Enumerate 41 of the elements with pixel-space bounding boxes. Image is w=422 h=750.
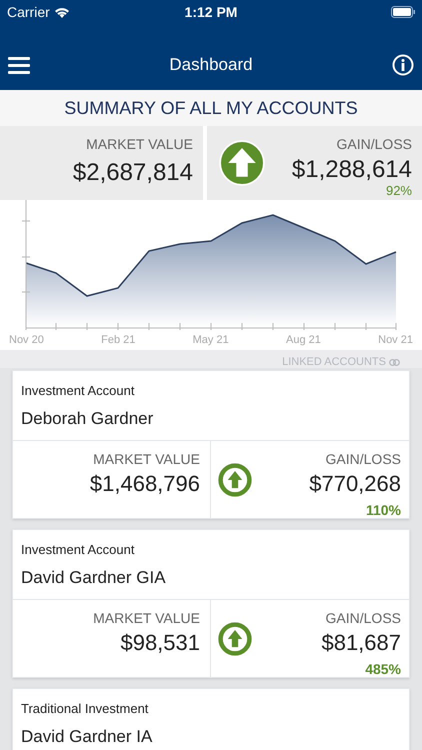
market-value: $2,687,814 [72,158,193,188]
linked-accounts-label: LINKED ACCOUNTS [282,356,386,368]
carrier-label: Carrier [7,2,50,22]
menu-icon [8,56,30,74]
nav-title: Dashboard [169,54,253,76]
gain-loss-label: GAIN/LOSS [326,450,401,469]
gain-loss-value: $81,687 [321,629,401,656]
summary-title: SUMMARY OF ALL MY ACCOUNTS [64,96,358,120]
account-card[interactable]: Investment Account David Gardner GIA MARKET VALUE $98,531 GAIN/LOSS $81,687 485% [12,529,410,678]
market-value: $98,531 [120,629,200,656]
account-type: Investment Account [21,382,136,400]
info-icon [392,54,414,76]
account-type: Investment Account [21,541,136,559]
gain-loss-percent: 485% [365,660,401,678]
battery-icon [390,6,415,18]
axis-label: Feb 21 [101,333,136,348]
wifi-icon [54,6,70,18]
account-card[interactable]: Investment Account Deborah Gardner MARKET VALUE $1,468,796 GAIN/LOSS $770,268 110% [12,370,410,519]
market-value: $1,468,796 [90,470,200,498]
gain-loss-percent: 110% [366,500,401,520]
market-value-label: MARKET VALUE [93,609,200,628]
info-button[interactable] [392,54,414,76]
axis-label: Nov 21 [378,333,413,348]
market-value-label: MARKET VALUE [93,450,200,469]
gain-loss-label: GAIN/LOSS [336,135,412,154]
axis-label: Nov 20 [9,333,44,348]
account-card[interactable]: Traditional Investment David Gardner IA [12,688,410,750]
status-time: 1:12 PM [184,2,238,22]
axis-label: Aug 21 [286,333,321,348]
axis-label: May 21 [192,333,229,348]
account-type: Traditional Investment [21,700,150,718]
gain-loss-value: $770,268 [309,470,401,498]
account-name: David Gardner GIA [21,566,167,588]
gain-loss-value: $1,288,614 [292,158,412,182]
link-icon [389,358,400,366]
menu-button[interactable] [8,56,30,74]
gain-loss-label: GAIN/LOSS [326,609,401,628]
gain-loss-percent: 92% [386,184,412,197]
account-name: David Gardner IA [21,726,154,748]
market-value-label: MARKET VALUE [86,135,193,154]
account-name: Deborah Gardner [21,408,154,430]
